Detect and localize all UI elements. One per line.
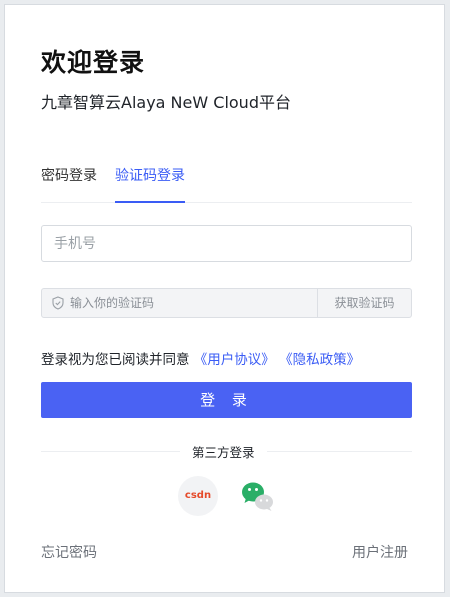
wechat-icon[interactable] (238, 476, 278, 516)
privacy-policy-link[interactable]: 《隐私政策》 (279, 352, 360, 368)
code-input[interactable] (70, 289, 315, 317)
forgot-password-link[interactable]: 忘记密码 (41, 542, 97, 562)
csdn-icon[interactable]: csdn (178, 476, 218, 516)
agreement-prefix: 登录视为您已阅读并同意 (41, 352, 190, 368)
page-subtitle: 九章智算云Alaya NeW Cloud平台 (41, 93, 291, 112)
get-code-button[interactable]: 获取验证码 (317, 289, 411, 317)
phone-input[interactable] (41, 225, 412, 262)
third-party-label: 第三方登录 (180, 442, 267, 461)
login-card: 欢迎登录 九章智算云Alaya NeW Cloud平台 密码登录 验证码登录 获… (4, 4, 445, 593)
csdn-icon-text: csdn (184, 490, 212, 501)
login-button[interactable]: 登 录 (41, 382, 412, 418)
login-tabs: 密码登录 验证码登录 (41, 165, 412, 203)
agreement-text: 登录视为您已阅读并同意 《用户协议》 《隐私政策》 (41, 348, 360, 368)
register-link[interactable]: 用户注册 (352, 542, 408, 562)
shield-icon (52, 296, 64, 310)
user-agreement-link[interactable]: 《用户协议》 (194, 352, 275, 368)
code-field: 获取验证码 (41, 288, 412, 318)
tab-code-login[interactable]: 验证码登录 (115, 165, 185, 203)
page-title: 欢迎登录 (41, 48, 146, 77)
tab-password-login[interactable]: 密码登录 (41, 165, 97, 202)
